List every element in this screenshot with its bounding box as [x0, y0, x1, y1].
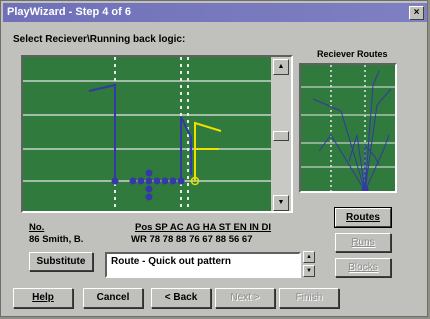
blocks-button[interactable]: Blocks: [335, 258, 391, 277]
player-name: 86 Smith, B.: [29, 234, 84, 245]
routes-panel-label: Reciever Routes: [317, 49, 388, 59]
scroll-thumb[interactable]: [273, 131, 289, 141]
desc-scroll-up-icon[interactable]: ▲: [303, 251, 315, 263]
description-scrollbar[interactable]: ▲ ▼: [303, 251, 315, 277]
help-button[interactable]: Help: [13, 288, 73, 308]
player-number-header: No.: [29, 222, 45, 233]
field-scrollbar[interactable]: ▲ ▼: [271, 57, 291, 211]
routes-preview-diagram: [301, 65, 395, 193]
scroll-up-icon[interactable]: ▲: [273, 59, 289, 75]
title-bar: PlayWizard - Step 4 of 6 ×: [3, 3, 427, 22]
routes-button[interactable]: Routes: [334, 207, 392, 228]
window-title: PlayWizard - Step 4 of 6: [7, 6, 131, 18]
substitute-button[interactable]: Substitute: [29, 252, 93, 271]
next-button[interactable]: Next >: [215, 288, 275, 308]
back-button[interactable]: < Back: [151, 288, 211, 308]
logic-prompt: Select Reciever\Running back logic:: [13, 34, 186, 45]
desc-scroll-down-icon[interactable]: ▼: [303, 265, 315, 277]
close-icon[interactable]: ×: [409, 6, 424, 20]
play-diagram[interactable]: [23, 57, 271, 211]
player-stats: WR 78 78 88 76 67 88 56 67: [131, 234, 253, 245]
scroll-down-icon[interactable]: ▼: [273, 195, 289, 211]
finish-button[interactable]: Finish: [279, 288, 339, 308]
routes-preview: [299, 63, 397, 193]
cancel-button[interactable]: Cancel: [83, 288, 143, 308]
playwizard-window: PlayWizard - Step 4 of 6 × Select Reciev…: [0, 0, 428, 317]
play-field[interactable]: ▲ ▼: [21, 55, 293, 213]
stats-header: Pos SP AC AG HA ST EN IN DI: [135, 222, 272, 233]
runs-button[interactable]: Runs: [335, 233, 391, 252]
route-description: Route - Quick out pattern: [105, 252, 301, 278]
